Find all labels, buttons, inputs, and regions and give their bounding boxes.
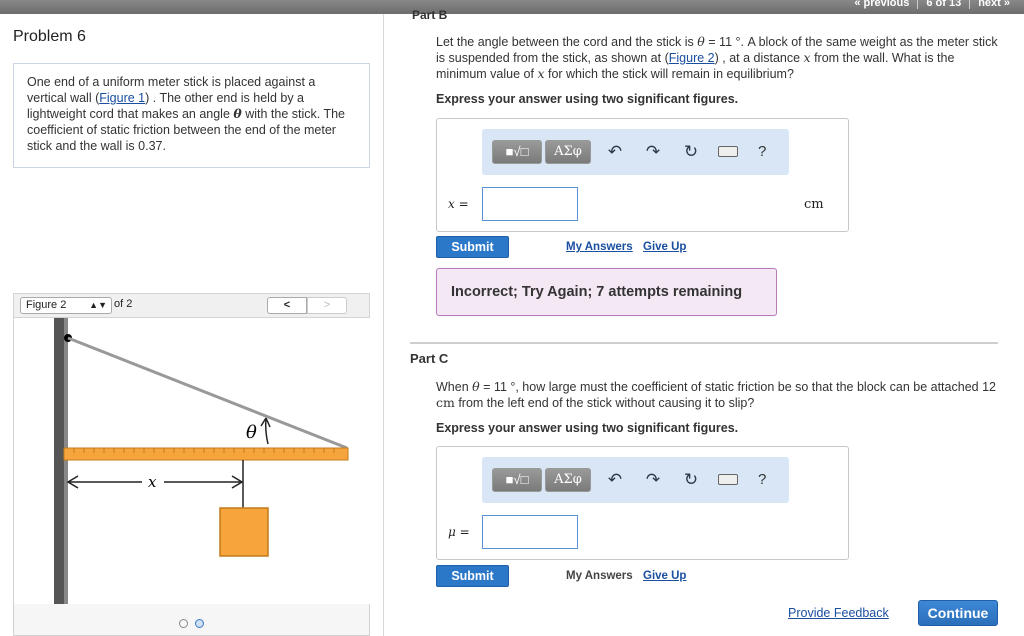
figure-panel: Figure 2 ▲▼ of 2 < > θ x xyxy=(13,293,371,636)
continue-button[interactable]: Continue xyxy=(918,600,998,626)
figure-next-button[interactable]: > xyxy=(307,297,347,314)
reset-icon[interactable]: ↻ xyxy=(680,469,702,491)
greek-symbols-button[interactable]: ΑΣφ xyxy=(545,140,591,164)
part-b-give-up-link[interactable]: Give Up xyxy=(643,241,686,253)
part-c-question: When θ = 11 °, how large must the coeffi… xyxy=(436,379,996,410)
reset-icon[interactable]: ↻ xyxy=(680,141,702,163)
figure-select[interactable]: Figure 2 ▲▼ xyxy=(20,297,112,314)
next-link[interactable]: next » xyxy=(969,0,1018,9)
right-column: Part B Let the angle between the cord an… xyxy=(384,8,1024,636)
section-divider xyxy=(410,342,998,344)
math-toolbar: ■√□ ΑΣφ ↶ ↷ ↻ ? xyxy=(482,129,789,175)
figure-1-link[interactable]: Figure 1 xyxy=(99,91,145,105)
answer-variable-label: x = xyxy=(448,197,469,211)
figure-canvas: θ x xyxy=(14,318,371,604)
part-b-answer-box: ■√□ ΑΣφ ↶ ↷ ↻ ? x = cm xyxy=(436,118,849,232)
help-icon[interactable]: ? xyxy=(758,469,774,491)
templates-button[interactable]: ■√□ xyxy=(492,468,542,492)
previous-link[interactable]: « previous xyxy=(846,0,917,9)
part-b-title: Part B xyxy=(412,8,448,22)
part-c-title: Part C xyxy=(410,351,449,366)
answer-unit: cm xyxy=(804,197,824,212)
help-icon[interactable]: ? xyxy=(758,141,774,163)
greek-symbols-button[interactable]: ΑΣφ xyxy=(545,468,591,492)
theta-symbol: θ xyxy=(233,106,242,121)
part-c-give-up-link[interactable]: Give Up xyxy=(643,570,686,582)
figure-prev-button[interactable]: < xyxy=(267,297,307,314)
part-b-instruction: Express your answer using two significan… xyxy=(436,92,739,106)
problem-navigation: « previous 6 of 13 next » xyxy=(846,0,1018,9)
keyboard-icon[interactable] xyxy=(718,474,738,485)
figure-pager xyxy=(14,619,369,631)
part-b-question: Let the angle between the cord and the s… xyxy=(436,34,998,81)
redo-icon[interactable]: ↷ xyxy=(642,141,664,163)
select-arrows-icon: ▲▼ xyxy=(89,300,107,310)
part-c-answer-input[interactable] xyxy=(482,515,578,549)
figure-2-link[interactable]: Figure 2 xyxy=(669,51,715,65)
figure-dot-1[interactable] xyxy=(178,619,188,628)
figure-2-diagram: θ x xyxy=(54,318,349,604)
hanging-block xyxy=(219,507,269,557)
problem-title: Problem 6 xyxy=(13,28,86,45)
part-c-my-answers-link[interactable]: My Answers xyxy=(566,570,633,582)
theta-label: θ xyxy=(246,422,257,443)
figure-count: of 2 xyxy=(114,298,133,310)
undo-icon[interactable]: ↶ xyxy=(604,469,626,491)
figure-header: Figure 2 ▲▼ of 2 < > xyxy=(14,294,369,318)
top-nav-bar: « previous 6 of 13 next » xyxy=(0,0,1024,14)
part-c-instruction: Express your answer using two significan… xyxy=(436,421,739,435)
problem-intro: One end of a uniform meter stick is plac… xyxy=(13,63,370,168)
feedback-message: Incorrect; Try Again; 7 attempts remaini… xyxy=(436,268,777,316)
part-b-answer-input[interactable] xyxy=(482,187,578,221)
answer-variable-label: μ = xyxy=(448,525,470,539)
part-b-my-answers-link[interactable]: My Answers xyxy=(566,241,633,253)
redo-icon[interactable]: ↷ xyxy=(642,469,664,491)
undo-icon[interactable]: ↶ xyxy=(604,141,626,163)
part-b-submit-button[interactable]: Submit xyxy=(436,236,509,258)
meter-stick xyxy=(63,447,349,461)
left-column: Problem 6 One end of a uniform meter sti… xyxy=(0,14,384,636)
part-c-submit-button[interactable]: Submit xyxy=(436,565,509,587)
problem-counter: 6 of 13 xyxy=(917,0,969,9)
templates-button[interactable]: ■√□ xyxy=(492,140,542,164)
x-label: x xyxy=(148,473,157,491)
cord xyxy=(67,336,348,450)
figure-dot-2[interactable] xyxy=(195,619,205,628)
math-toolbar: ■√□ ΑΣφ ↶ ↷ ↻ ? xyxy=(482,457,789,503)
provide-feedback-link[interactable]: Provide Feedback xyxy=(788,606,889,620)
figure-select-value: Figure 2 xyxy=(26,299,67,311)
part-c-answer-box: ■√□ ΑΣφ ↶ ↷ ↻ ? μ = xyxy=(436,446,849,560)
keyboard-icon[interactable] xyxy=(718,146,738,157)
